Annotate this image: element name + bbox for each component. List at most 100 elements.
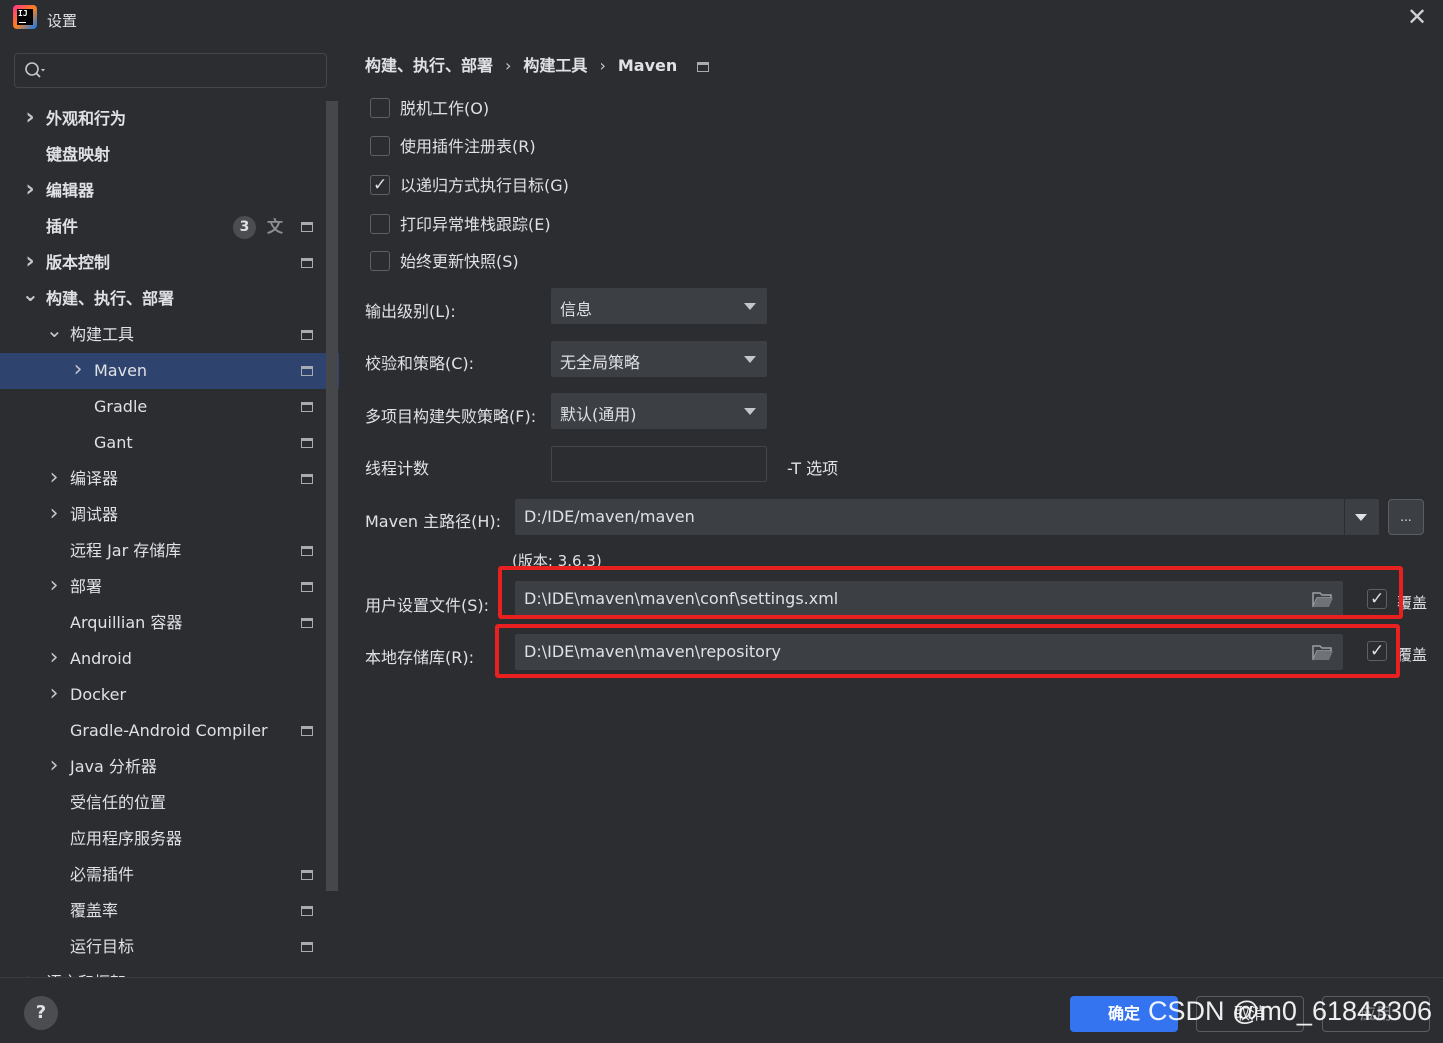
folder-open-icon[interactable] <box>1312 644 1334 661</box>
sidebar-item[interactable]: › 编辑器 <box>0 173 340 209</box>
checkbox[interactable] <box>370 214 390 234</box>
sidebar-item[interactable]: › 调试器 <box>0 497 340 533</box>
sidebar-item-label: 部署 <box>70 577 103 596</box>
chevron-right-icon[interactable]: › <box>46 641 62 677</box>
sidebar-item[interactable]: Gant <box>0 425 340 461</box>
checkbox[interactable] <box>370 251 390 271</box>
local-repo-value: D:\IDE\maven\maven\repository <box>524 642 782 661</box>
chevron-right-icon[interactable]: › <box>22 173 38 209</box>
dropdown-arrow-icon <box>744 356 756 363</box>
checksum-policy-dropdown[interactable]: 无全局策略 <box>551 341 767 377</box>
checkbox-checked[interactable]: ✓ <box>370 175 390 195</box>
project-level-icon <box>301 906 313 916</box>
sidebar-item-label: Maven <box>94 361 148 380</box>
chevron-right-icon[interactable]: › <box>46 497 62 533</box>
user-settings-field[interactable]: D:\IDE\maven\maven\conf\settings.xml <box>515 581 1343 617</box>
chevron-right-icon[interactable]: › <box>46 677 62 713</box>
sidebar-item[interactable]: Gradle-Android Compiler <box>0 713 340 749</box>
sidebar-item-label: 构建工具 <box>70 325 135 344</box>
sidebar-item[interactable]: › Docker <box>0 677 340 713</box>
stacktrace-label: 打印异常堆栈跟踪(E) <box>400 215 551 234</box>
fail-policy-dropdown[interactable]: 默认(通用) <box>551 393 767 429</box>
update-snapshots-label: 始终更新快照(S) <box>400 252 519 271</box>
breadcrumb: 构建、执行、部署 › 构建工具 › Maven <box>365 52 710 75</box>
chevron-right-icon[interactable]: › <box>22 965 38 977</box>
sidebar-item[interactable]: › 部署 <box>0 569 340 605</box>
breadcrumb-item[interactable]: 构建工具 <box>523 52 587 76</box>
chevron-right-icon[interactable]: › <box>70 353 86 389</box>
plugin-registry-label: 使用插件注册表(R) <box>400 137 536 156</box>
sidebar-item-label: 应用程序服务器 <box>70 829 183 848</box>
user-settings-override-checkbox[interactable]: ✓ <box>1367 589 1387 609</box>
thread-count-hint: -T 选项 <box>787 459 839 478</box>
chevron-right-icon[interactable]: › <box>22 101 38 137</box>
translate-icon: 文 <box>267 217 284 236</box>
sidebar-item[interactable]: 覆盖率 <box>0 893 340 929</box>
sidebar-item-label: 键盘映射 <box>46 145 111 164</box>
chevron-right-icon[interactable]: › <box>46 461 62 497</box>
sidebar-item[interactable]: › Maven <box>0 353 339 389</box>
breadcrumb-separator: › <box>505 56 512 75</box>
output-level-label: 输出级别(L): <box>365 302 456 321</box>
sidebar-item[interactable]: 运行目标 <box>0 929 340 965</box>
sidebar-item-label: 远程 Jar 存储库 <box>70 541 182 560</box>
sidebar-item[interactable]: 插件 3 文 <box>0 209 340 245</box>
sidebar-item[interactable]: › 版本控制 <box>0 245 340 281</box>
help-button[interactable]: ? <box>24 996 58 1030</box>
local-repo-override-checkbox[interactable]: ✓ <box>1367 641 1387 661</box>
sidebar-item-label: 运行目标 <box>70 937 135 956</box>
project-level-icon <box>301 582 313 592</box>
breadcrumb-separator: › <box>599 56 606 75</box>
sidebar-item[interactable]: Gradle <box>0 389 340 425</box>
sidebar-item[interactable]: › 编译器 <box>0 461 340 497</box>
maven-home-label: Maven 主路径(H): <box>365 512 502 531</box>
sidebar-item[interactable]: 远程 Jar 存储库 <box>0 533 340 569</box>
recursive-label: 以递归方式执行目标(G) <box>400 176 569 195</box>
intellij-logo-icon: IJ <box>13 5 37 29</box>
settings-tree: › 外观和行为键盘映射 › 编辑器插件 3 文 › 版本控制 ⌄ 构建、执行、部署 ⌄ 构建工具 › Ma… <box>0 101 340 977</box>
sidebar-item-label: 语言和框架 <box>46 965 126 977</box>
sidebar-item[interactable]: › 外观和行为 <box>0 101 340 137</box>
project-level-icon <box>301 942 313 952</box>
chevron-right-icon[interactable]: › <box>46 749 62 785</box>
user-settings-override-label: 覆盖 <box>1397 594 1428 612</box>
sidebar-item[interactable]: ⌄ 构建工具 <box>0 317 340 353</box>
sidebar-item[interactable]: › 语言和框架 <box>0 965 340 977</box>
sidebar-item[interactable]: › Java 分析器 <box>0 749 340 785</box>
checkbox[interactable] <box>370 136 390 156</box>
sidebar-item-label: 编辑器 <box>46 181 95 200</box>
thread-count-label: 线程计数 <box>365 459 430 478</box>
project-level-icon <box>301 402 313 412</box>
sidebar-item-label: 调试器 <box>70 505 119 524</box>
sidebar-item[interactable]: › Android <box>0 641 340 677</box>
local-repo-label: 本地存储库(R): <box>365 648 474 667</box>
sidebar-item[interactable]: 必需插件 <box>0 857 340 893</box>
checkbox[interactable] <box>370 98 390 118</box>
maven-version-note: (版本: 3.6.3) <box>512 552 602 570</box>
sidebar-scrollbar[interactable] <box>326 101 338 891</box>
thread-count-field[interactable] <box>551 446 767 482</box>
sidebar-item[interactable]: ⌄ 构建、执行、部署 <box>0 281 340 317</box>
sidebar-item[interactable]: 受信任的位置 <box>0 785 340 821</box>
dropdown-arrow-icon[interactable] <box>1355 514 1367 521</box>
chevron-right-icon[interactable]: › <box>22 245 38 281</box>
chevron-down-icon[interactable]: ⌄ <box>22 281 39 317</box>
breadcrumb-item[interactable]: 构建、执行、部署 <box>365 52 493 76</box>
sidebar-item[interactable]: Arquillian 容器 <box>0 605 340 641</box>
project-level-icon <box>301 366 313 376</box>
chevron-down-icon[interactable]: ⌄ <box>46 317 63 353</box>
offline-label: 脱机工作(O) <box>400 99 490 118</box>
maven-home-browse-button[interactable]: ... <box>1388 499 1424 535</box>
maven-home-dropdown[interactable]: D:/IDE/maven/maven <box>515 499 1379 535</box>
chevron-right-icon[interactable]: › <box>46 569 62 605</box>
output-level-dropdown[interactable]: 信息 <box>551 288 767 324</box>
close-button[interactable]: ✕ <box>1402 4 1432 32</box>
thread-count-input[interactable] <box>552 447 766 481</box>
sidebar-item[interactable]: 应用程序服务器 <box>0 821 340 857</box>
local-repo-field[interactable]: D:\IDE\maven\maven\repository <box>515 634 1343 670</box>
user-settings-value: D:\IDE\maven\maven\conf\settings.xml <box>524 589 839 608</box>
output-level-value: 信息 <box>560 300 593 319</box>
sidebar-item-label: Gradle <box>94 397 148 416</box>
sidebar-item[interactable]: 键盘映射 <box>0 137 340 173</box>
folder-open-icon[interactable] <box>1312 591 1334 608</box>
